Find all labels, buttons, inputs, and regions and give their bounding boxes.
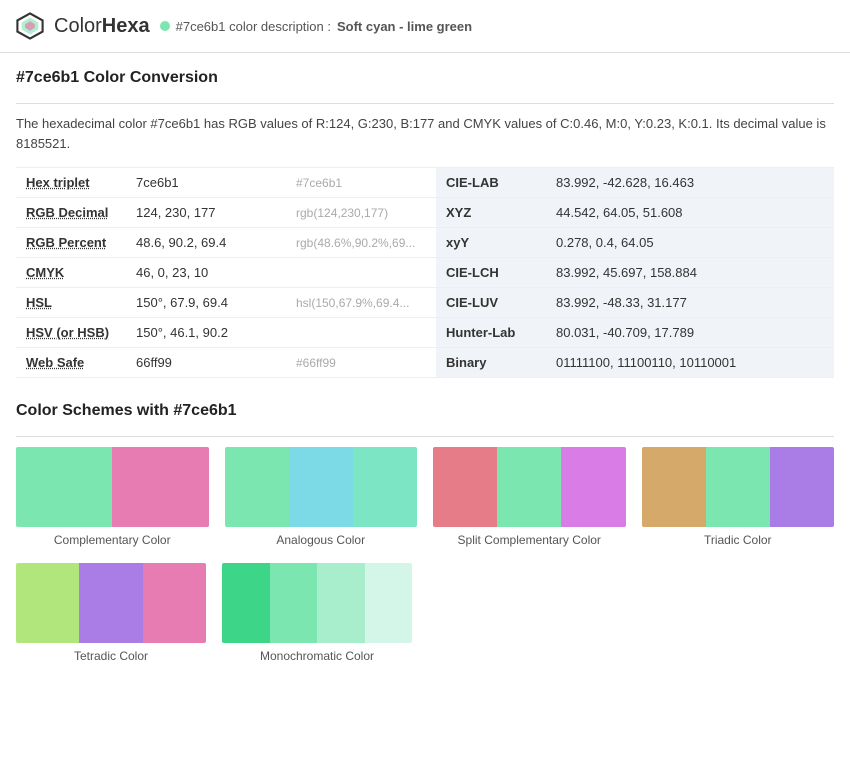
left-label[interactable]: Hex triplet — [16, 168, 126, 198]
left-preview — [286, 258, 436, 288]
table-row: HSL 150°, 67.9, 69.4 hsl(150,67.9%,69.4.… — [16, 288, 834, 318]
swatch — [112, 447, 208, 527]
swatch — [706, 447, 770, 527]
right-value: 0.278, 0.4, 64.05 — [546, 228, 834, 258]
swatch — [353, 447, 417, 527]
right-label[interactable]: CIE-LUV — [436, 288, 546, 318]
right-label[interactable]: CIE-LAB — [436, 168, 546, 198]
logo-color: Color — [54, 15, 102, 37]
right-value: 83.992, 45.697, 158.884 — [546, 258, 834, 288]
logo-bold: Hexa — [102, 15, 150, 37]
swatch — [770, 447, 834, 527]
conversion-table: Hex triplet 7ce6b1 #7ce6b1 CIE-LAB 83.99… — [16, 167, 834, 378]
swatch — [317, 563, 365, 643]
right-label[interactable]: Binary — [436, 348, 546, 378]
table-row: RGB Decimal 124, 230, 177 rgb(124,230,17… — [16, 198, 834, 228]
scheme-label: Tetradic Color — [74, 649, 148, 663]
right-label[interactable]: CIE-LCH — [436, 258, 546, 288]
right-value: 80.031, -40.709, 17.789 — [546, 318, 834, 348]
left-preview: rgb(48.6%,90.2%,69... — [286, 228, 436, 258]
left-label[interactable]: Web Safe — [16, 348, 126, 378]
left-label[interactable]: RGB Percent — [16, 228, 126, 258]
left-preview: #7ce6b1 — [286, 168, 436, 198]
header-color-name: Soft cyan - lime green — [337, 19, 472, 34]
left-value: 48.6, 90.2, 69.4 — [126, 228, 286, 258]
left-value: 66ff99 — [126, 348, 286, 378]
table-row: HSV (or HSB) 150°, 46.1, 90.2 Hunter-Lab… — [16, 318, 834, 348]
header: ColorHexa #7ce6b1 color description : So… — [0, 0, 850, 53]
scheme-swatches — [225, 447, 418, 527]
scheme-label: Split Complementary Color — [458, 533, 601, 547]
left-preview: hsl(150,67.9%,69.4... — [286, 288, 436, 318]
scheme-item[interactable]: Split Complementary Color — [433, 447, 626, 547]
description-text: The hexadecimal color #7ce6b1 has RGB va… — [16, 114, 834, 153]
scheme-swatches — [16, 563, 206, 643]
left-preview: rgb(124,230,177) — [286, 198, 436, 228]
right-value: 83.992, -42.628, 16.463 — [546, 168, 834, 198]
table-row: CMYK 46, 0, 23, 10 CIE-LCH 83.992, 45.69… — [16, 258, 834, 288]
swatch — [143, 563, 206, 643]
scheme-label: Triadic Color — [704, 533, 772, 547]
table-row: RGB Percent 48.6, 90.2, 69.4 rgb(48.6%,9… — [16, 228, 834, 258]
section-title-conversion: #7ce6b1 Color Conversion — [16, 69, 834, 104]
left-label[interactable]: RGB Decimal — [16, 198, 126, 228]
scheme-label: Analogous Color — [276, 533, 365, 547]
left-preview: #66ff99 — [286, 348, 436, 378]
left-value: 124, 230, 177 — [126, 198, 286, 228]
right-value: 44.542, 64.05, 51.608 — [546, 198, 834, 228]
scheme-item[interactable]: Complementary Color — [16, 447, 209, 547]
scheme-item[interactable]: Monochromatic Color — [222, 563, 412, 663]
swatch — [270, 563, 318, 643]
scheme-swatches — [16, 447, 209, 527]
swatch — [289, 447, 353, 527]
scheme-swatches — [642, 447, 835, 527]
left-value: 46, 0, 23, 10 — [126, 258, 286, 288]
swatch — [16, 563, 79, 643]
scheme-swatches — [433, 447, 626, 527]
right-label[interactable]: XYZ — [436, 198, 546, 228]
swatch — [642, 447, 706, 527]
swatch — [79, 563, 142, 643]
logo-text[interactable]: ColorHexa — [54, 15, 150, 38]
left-value: 150°, 46.1, 90.2 — [126, 318, 286, 348]
swatch — [225, 447, 289, 527]
left-preview — [286, 318, 436, 348]
swatch — [561, 447, 625, 527]
main-content: #7ce6b1 Color Conversion The hexadecimal… — [0, 53, 850, 679]
scheme-label: Monochromatic Color — [260, 649, 374, 663]
schemes-title: Color Schemes with #7ce6b1 — [16, 402, 834, 420]
swatch — [365, 563, 413, 643]
table-row: Hex triplet 7ce6b1 #7ce6b1 CIE-LAB 83.99… — [16, 168, 834, 198]
scheme-swatches — [222, 563, 412, 643]
header-hex: #7ce6b1 color description : — [176, 19, 331, 34]
schemes-grid-row2: Tetradic Color Monochromatic Color — [16, 563, 834, 663]
left-label[interactable]: HSV (or HSB) — [16, 318, 126, 348]
right-label[interactable]: Hunter-Lab — [436, 318, 546, 348]
left-label[interactable]: HSL — [16, 288, 126, 318]
logo-icon[interactable] — [16, 12, 44, 40]
left-value: 7ce6b1 — [126, 168, 286, 198]
color-dot — [160, 21, 170, 31]
scheme-item[interactable]: Triadic Color — [642, 447, 835, 547]
left-label[interactable]: CMYK — [16, 258, 126, 288]
scheme-item[interactable]: Analogous Color — [225, 447, 418, 547]
swatch — [222, 563, 270, 643]
schemes-grid-row1: Complementary Color Analogous Color Split … — [16, 447, 834, 547]
header-description: #7ce6b1 color description : Soft cyan - … — [160, 19, 472, 34]
section-title-schemes: Color Schemes with #7ce6b1 — [16, 402, 834, 437]
left-value: 150°, 67.9, 69.4 — [126, 288, 286, 318]
swatch — [433, 447, 497, 527]
scheme-label: Complementary Color — [54, 533, 171, 547]
right-value: 83.992, -48.33, 31.177 — [546, 288, 834, 318]
right-label[interactable]: xyY — [436, 228, 546, 258]
scheme-item[interactable]: Tetradic Color — [16, 563, 206, 663]
table-row: Web Safe 66ff99 #66ff99 Binary 01111100,… — [16, 348, 834, 378]
right-value: 01111100, 11100110, 10110001 — [546, 348, 834, 378]
swatch — [497, 447, 561, 527]
page-title: #7ce6b1 Color Conversion — [16, 69, 834, 87]
swatch — [16, 447, 112, 527]
